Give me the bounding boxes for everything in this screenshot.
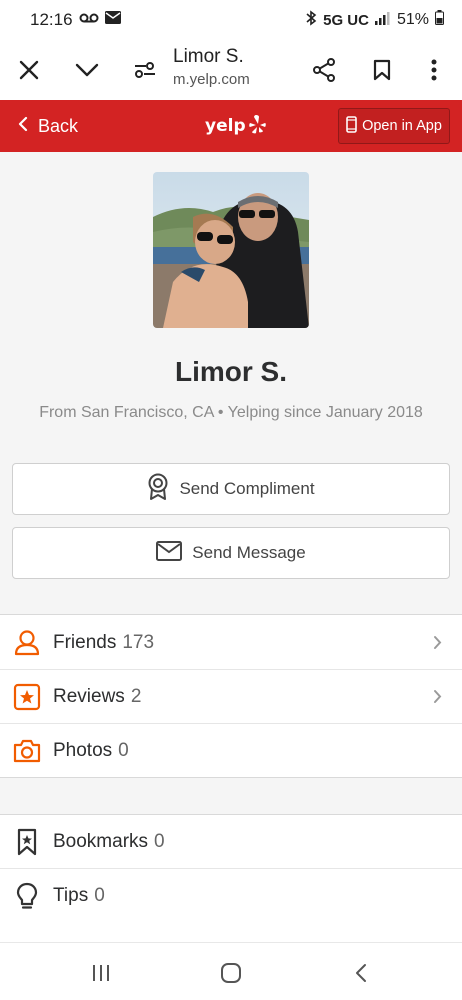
tips-label: Tips xyxy=(53,885,89,906)
profile-section: Limor S. From San Francisco, CA • Yelpin… xyxy=(0,152,462,615)
envelope-icon xyxy=(156,540,183,566)
open-in-app-button[interactable]: Open in App xyxy=(338,108,450,144)
reviews-star-icon xyxy=(12,682,42,712)
yelp-header: Back yelp Open in App xyxy=(0,100,462,152)
lightbulb-icon xyxy=(12,881,42,911)
home-icon[interactable] xyxy=(216,959,246,987)
bookmark-icon xyxy=(12,827,42,857)
friends-icon xyxy=(12,628,42,658)
more-vertical-icon[interactable] xyxy=(416,52,452,88)
list-item-photos[interactable]: Photos 0 xyxy=(0,724,462,778)
profile-name: Limor S. xyxy=(174,356,287,387)
list-item-bookmarks[interactable]: Bookmarks 0 xyxy=(0,815,462,869)
network-label: 5G UC xyxy=(323,11,369,29)
photos-count: 0 xyxy=(118,740,129,761)
page-url[interactable]: m.yelp.com xyxy=(173,71,250,88)
site-settings-icon[interactable] xyxy=(127,52,163,88)
system-nav-bar xyxy=(0,942,462,1000)
browser-toolbar: Limor S. m.yelp.com xyxy=(0,40,462,100)
profile-meta: From San Francisco, CA • Yelping since J… xyxy=(39,404,423,421)
yelp-burst-icon xyxy=(247,113,267,140)
mail-icon xyxy=(104,11,121,29)
award-icon xyxy=(147,473,169,506)
send-compliment-label: Send Compliment xyxy=(179,479,315,498)
bookmarks-label: Bookmarks xyxy=(53,830,149,852)
status-bar: 12:16 5G UC 51% xyxy=(0,0,462,40)
back-label: Back xyxy=(38,115,79,136)
reviews-label: Reviews xyxy=(53,685,125,707)
tips-count: 0 xyxy=(94,885,105,906)
section-divider xyxy=(0,777,462,815)
send-compliment-button[interactable]: Send Compliment xyxy=(12,463,450,515)
back-icon[interactable] xyxy=(346,959,376,987)
user-content-list: Bookmarks 0 Tips 0 xyxy=(0,815,462,923)
share-icon[interactable] xyxy=(306,52,342,88)
battery-label: 51% xyxy=(396,11,429,28)
list-item-friends[interactable]: Friends 173 xyxy=(0,616,462,670)
list-item-tips[interactable]: Tips 0 xyxy=(0,869,462,923)
profile-links-list: Friends 173 Reviews 2 Photos 0 xyxy=(0,616,462,778)
open-in-app-label: Open in App xyxy=(362,118,442,134)
chevron-right-icon xyxy=(433,689,442,709)
page-title: Limor S. xyxy=(173,46,244,67)
back-button[interactable]: Back xyxy=(18,100,78,152)
voicemail-icon xyxy=(79,11,99,29)
list-item-reviews[interactable]: Reviews 2 xyxy=(0,670,462,724)
yelp-logo[interactable]: yelp xyxy=(205,110,267,142)
friends-count: 173 xyxy=(122,631,155,653)
bluetooth-icon xyxy=(305,9,317,31)
send-message-button[interactable]: Send Message xyxy=(12,527,450,579)
status-time: 12:16 xyxy=(30,10,73,29)
friends-label: Friends xyxy=(53,631,117,653)
bookmark-icon[interactable] xyxy=(364,52,400,88)
phone-icon xyxy=(346,115,357,137)
bookmarks-count: 0 xyxy=(154,830,165,852)
close-icon[interactable] xyxy=(11,52,47,88)
reviews-count: 2 xyxy=(130,685,142,707)
chevron-right-icon xyxy=(433,635,442,655)
avatar[interactable] xyxy=(153,172,309,328)
battery-icon xyxy=(435,10,444,30)
signal-icon xyxy=(374,11,391,30)
yelp-logo-text: yelp xyxy=(205,116,246,136)
send-message-label: Send Message xyxy=(192,543,306,562)
photos-label: Photos xyxy=(53,740,113,761)
recent-apps-icon[interactable] xyxy=(86,959,116,987)
chevron-down-icon[interactable] xyxy=(69,52,105,88)
camera-icon xyxy=(12,736,42,766)
chevron-left-icon xyxy=(18,116,28,137)
